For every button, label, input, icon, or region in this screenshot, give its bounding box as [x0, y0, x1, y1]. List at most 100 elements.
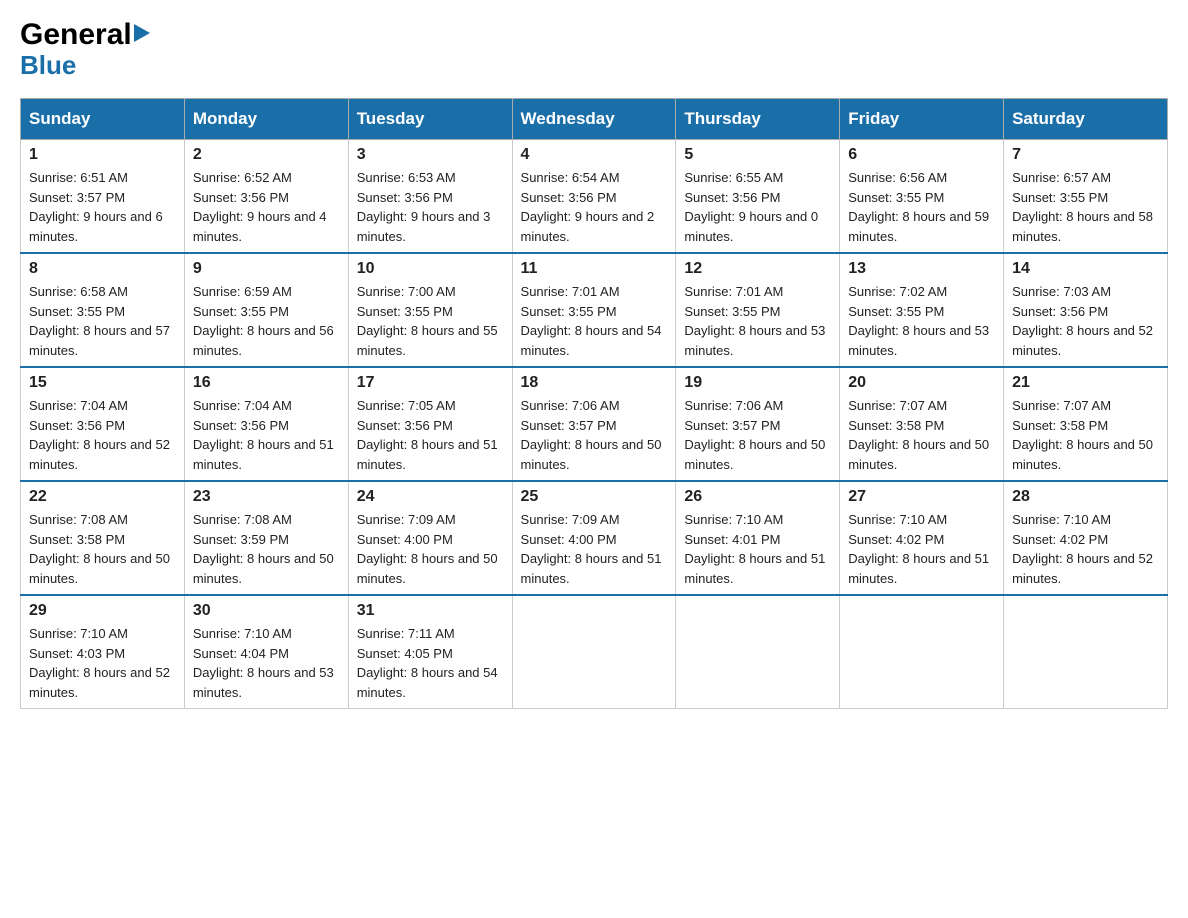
calendar-cell: 7 Sunrise: 6:57 AMSunset: 3:55 PMDaylight… — [1004, 140, 1168, 254]
day-number: 6 — [848, 146, 995, 164]
day-info: Sunrise: 6:51 AMSunset: 3:57 PMDaylight:… — [29, 168, 176, 246]
calendar-week-row: 1 Sunrise: 6:51 AMSunset: 3:57 PMDaylight… — [21, 140, 1168, 254]
calendar-week-row: 8 Sunrise: 6:58 AMSunset: 3:55 PMDaylight… — [21, 253, 1168, 367]
day-info: Sunrise: 6:54 AMSunset: 3:56 PMDaylight:… — [521, 168, 668, 246]
day-info: Sunrise: 6:57 AMSunset: 3:55 PMDaylight:… — [1012, 168, 1159, 246]
day-number: 22 — [29, 488, 176, 506]
logo-triangle-icon — [134, 24, 150, 46]
day-info: Sunrise: 7:08 AMSunset: 3:59 PMDaylight:… — [193, 510, 340, 588]
day-info: Sunrise: 6:55 AMSunset: 3:56 PMDaylight:… — [684, 168, 831, 246]
day-number: 28 — [1012, 488, 1159, 506]
calendar-cell: 10 Sunrise: 7:00 AMSunset: 3:55 PMDayligh… — [348, 253, 512, 367]
calendar-cell: 22 Sunrise: 7:08 AMSunset: 3:58 PMDayligh… — [21, 481, 185, 595]
day-info: Sunrise: 7:00 AMSunset: 3:55 PMDaylight:… — [357, 282, 504, 360]
calendar-cell: 28 Sunrise: 7:10 AMSunset: 4:02 PMDayligh… — [1004, 481, 1168, 595]
calendar-cell — [840, 595, 1004, 709]
page-header: General Blue — [20, 20, 1168, 78]
day-number: 1 — [29, 146, 176, 164]
calendar-cell: 12 Sunrise: 7:01 AMSunset: 3:55 PMDayligh… — [676, 253, 840, 367]
day-number: 11 — [521, 260, 668, 278]
day-info: Sunrise: 7:11 AMSunset: 4:05 PMDaylight:… — [357, 624, 504, 702]
calendar-week-row: 22 Sunrise: 7:08 AMSunset: 3:58 PMDayligh… — [21, 481, 1168, 595]
day-number: 23 — [193, 488, 340, 506]
day-info: Sunrise: 7:09 AMSunset: 4:00 PMDaylight:… — [357, 510, 504, 588]
day-number: 8 — [29, 260, 176, 278]
day-info: Sunrise: 7:10 AMSunset: 4:01 PMDaylight:… — [684, 510, 831, 588]
calendar-cell: 11 Sunrise: 7:01 AMSunset: 3:55 PMDayligh… — [512, 253, 676, 367]
day-info: Sunrise: 6:56 AMSunset: 3:55 PMDaylight:… — [848, 168, 995, 246]
calendar-cell: 1 Sunrise: 6:51 AMSunset: 3:57 PMDaylight… — [21, 140, 185, 254]
day-info: Sunrise: 7:07 AMSunset: 3:58 PMDaylight:… — [848, 396, 995, 474]
calendar-cell — [676, 595, 840, 709]
column-header-monday: Monday — [184, 99, 348, 140]
calendar-cell: 6 Sunrise: 6:56 AMSunset: 3:55 PMDaylight… — [840, 140, 1004, 254]
day-number: 27 — [848, 488, 995, 506]
calendar-header-row: SundayMondayTuesdayWednesdayThursdayFrid… — [21, 99, 1168, 140]
logo-blue-text: Blue — [20, 50, 76, 80]
day-number: 21 — [1012, 374, 1159, 392]
day-info: Sunrise: 7:01 AMSunset: 3:55 PMDaylight:… — [521, 282, 668, 360]
calendar-cell: 9 Sunrise: 6:59 AMSunset: 3:55 PMDaylight… — [184, 253, 348, 367]
calendar-cell: 13Sunrise: 7:02 AMSunset: 3:55 PMDayligh… — [840, 253, 1004, 367]
day-info: Sunrise: 7:04 AMSunset: 3:56 PMDaylight:… — [29, 396, 176, 474]
calendar-cell: 20 Sunrise: 7:07 AMSunset: 3:58 PMDayligh… — [840, 367, 1004, 481]
day-info: Sunrise: 7:05 AMSunset: 3:56 PMDaylight:… — [357, 396, 504, 474]
day-number: 4 — [521, 146, 668, 164]
calendar-cell: 27 Sunrise: 7:10 AMSunset: 4:02 PMDayligh… — [840, 481, 1004, 595]
day-number: 3 — [357, 146, 504, 164]
calendar-cell: 26 Sunrise: 7:10 AMSunset: 4:01 PMDayligh… — [676, 481, 840, 595]
column-header-wednesday: Wednesday — [512, 99, 676, 140]
calendar-cell: 4 Sunrise: 6:54 AMSunset: 3:56 PMDaylight… — [512, 140, 676, 254]
calendar-cell: 16Sunrise: 7:04 AMSunset: 3:56 PMDayligh… — [184, 367, 348, 481]
day-number: 2 — [193, 146, 340, 164]
calendar-table: SundayMondayTuesdayWednesdayThursdayFrid… — [20, 98, 1168, 709]
day-info: Sunrise: 7:07 AMSunset: 3:58 PMDaylight:… — [1012, 396, 1159, 474]
calendar-cell: 14Sunrise: 7:03 AMSunset: 3:56 PMDayligh… — [1004, 253, 1168, 367]
day-number: 5 — [684, 146, 831, 164]
day-number: 12 — [684, 260, 831, 278]
day-info: Sunrise: 7:03 AMSunset: 3:56 PMDaylight:… — [1012, 282, 1159, 360]
day-info: Sunrise: 7:04 AMSunset: 3:56 PMDaylight:… — [193, 396, 340, 474]
calendar-cell: 31 Sunrise: 7:11 AMSunset: 4:05 PMDayligh… — [348, 595, 512, 709]
day-number: 9 — [193, 260, 340, 278]
day-number: 7 — [1012, 146, 1159, 164]
day-number: 13 — [848, 260, 995, 278]
day-info: Sunrise: 7:10 AMSunset: 4:03 PMDaylight:… — [29, 624, 176, 702]
day-info: Sunrise: 7:10 AMSunset: 4:04 PMDaylight:… — [193, 624, 340, 702]
day-info: Sunrise: 6:59 AMSunset: 3:55 PMDaylight:… — [193, 282, 340, 360]
day-number: 20 — [848, 374, 995, 392]
day-info: Sunrise: 7:08 AMSunset: 3:58 PMDaylight:… — [29, 510, 176, 588]
calendar-cell: 17 Sunrise: 7:05 AMSunset: 3:56 PMDayligh… — [348, 367, 512, 481]
calendar-cell: 5 Sunrise: 6:55 AMSunset: 3:56 PMDaylight… — [676, 140, 840, 254]
day-number: 19 — [684, 374, 831, 392]
day-number: 26 — [684, 488, 831, 506]
calendar-cell: 8 Sunrise: 6:58 AMSunset: 3:55 PMDaylight… — [21, 253, 185, 367]
calendar-cell: 18Sunrise: 7:06 AMSunset: 3:57 PMDayligh… — [512, 367, 676, 481]
calendar-cell: 3Sunrise: 6:53 AMSunset: 3:56 PMDaylight… — [348, 140, 512, 254]
calendar-cell: 25 Sunrise: 7:09 AMSunset: 4:00 PMDayligh… — [512, 481, 676, 595]
calendar-cell: 21 Sunrise: 7:07 AMSunset: 3:58 PMDayligh… — [1004, 367, 1168, 481]
day-number: 30 — [193, 602, 340, 620]
calendar-cell — [512, 595, 676, 709]
day-number: 31 — [357, 602, 504, 620]
calendar-cell: 23 Sunrise: 7:08 AMSunset: 3:59 PMDayligh… — [184, 481, 348, 595]
day-number: 10 — [357, 260, 504, 278]
day-info: Sunrise: 6:58 AMSunset: 3:55 PMDaylight:… — [29, 282, 176, 360]
calendar-week-row: 15Sunrise: 7:04 AMSunset: 3:56 PMDayligh… — [21, 367, 1168, 481]
day-number: 25 — [521, 488, 668, 506]
day-number: 17 — [357, 374, 504, 392]
day-info: Sunrise: 6:52 AMSunset: 3:56 PMDaylight:… — [193, 168, 340, 246]
calendar-cell: 29 Sunrise: 7:10 AMSunset: 4:03 PMDayligh… — [21, 595, 185, 709]
day-info: Sunrise: 7:06 AMSunset: 3:57 PMDaylight:… — [684, 396, 831, 474]
column-header-tuesday: Tuesday — [348, 99, 512, 140]
column-header-sunday: Sunday — [21, 99, 185, 140]
logo-wordmark: General — [20, 20, 132, 50]
day-info: Sunrise: 7:01 AMSunset: 3:55 PMDaylight:… — [684, 282, 831, 360]
column-header-friday: Friday — [840, 99, 1004, 140]
day-info: Sunrise: 7:10 AMSunset: 4:02 PMDaylight:… — [1012, 510, 1159, 588]
calendar-week-row: 29 Sunrise: 7:10 AMSunset: 4:03 PMDayligh… — [21, 595, 1168, 709]
day-info: Sunrise: 7:09 AMSunset: 4:00 PMDaylight:… — [521, 510, 668, 588]
day-info: Sunrise: 7:10 AMSunset: 4:02 PMDaylight:… — [848, 510, 995, 588]
day-number: 29 — [29, 602, 176, 620]
column-header-saturday: Saturday — [1004, 99, 1168, 140]
